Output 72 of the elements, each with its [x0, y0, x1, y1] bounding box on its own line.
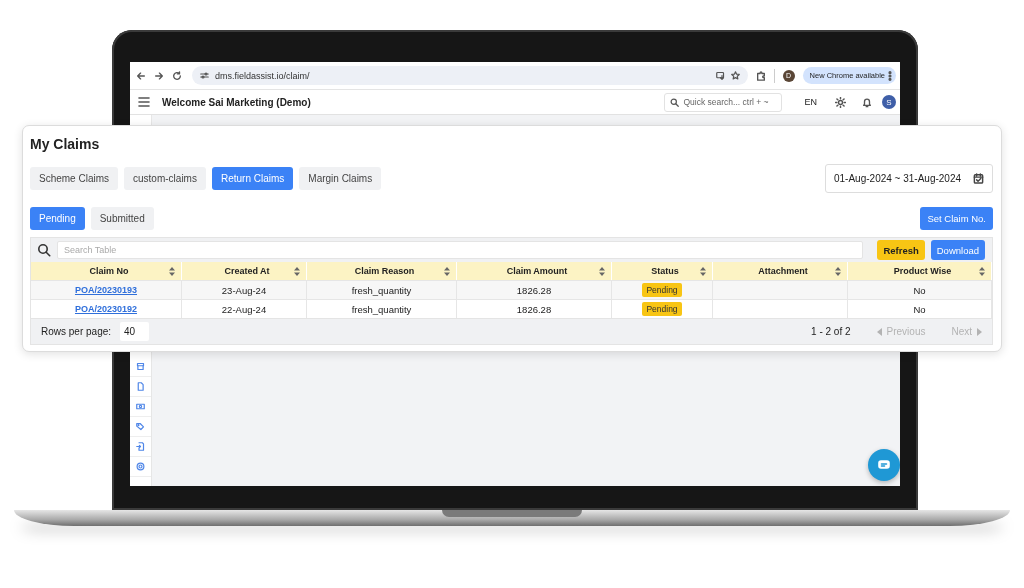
language-selector[interactable]: EN — [804, 97, 817, 107]
download-button[interactable]: Download — [930, 240, 985, 260]
table-cell: 1826.28 — [457, 280, 612, 299]
calendar-icon[interactable] — [973, 173, 984, 184]
puzzle-icon[interactable] — [755, 70, 766, 81]
table-cell: 22-Aug-24 — [182, 299, 307, 318]
box-icon[interactable] — [136, 362, 145, 371]
page-title: Welcome Sai Marketing (Demo) — [162, 96, 312, 108]
card-title: My Claims — [30, 135, 100, 154]
site-settings-icon — [200, 71, 209, 80]
status-badge: Pending — [642, 283, 682, 297]
menu-icon[interactable] — [138, 97, 150, 107]
column-header[interactable]: Claim No — [31, 262, 182, 280]
column-header[interactable]: Attachment — [713, 262, 848, 280]
user-avatar[interactable]: S — [882, 95, 896, 109]
circle-icon[interactable] — [136, 462, 145, 471]
column-header[interactable]: Product Wise — [848, 262, 992, 280]
claim-type-tab[interactable]: Margin Claims — [299, 167, 382, 190]
sort-icon[interactable] — [835, 266, 841, 276]
claim-link[interactable]: POA/20230192 — [74, 304, 137, 314]
status-tab[interactable]: Submitted — [90, 207, 154, 230]
claim-link[interactable]: POA/20230193 — [74, 285, 137, 295]
back-arrow-icon[interactable] — [136, 70, 146, 81]
star-icon[interactable] — [730, 71, 740, 80]
column-header[interactable]: Claim Amount — [457, 262, 612, 280]
url-text: dms.fieldassist.io/claim/ — [215, 70, 311, 81]
chat-icon — [878, 460, 890, 470]
address-bar[interactable]: dms.fieldassist.io/claim/ — [192, 66, 748, 85]
quick-search-field[interactable]: Quick search... ctrl + ~ — [664, 92, 783, 112]
refresh-button[interactable]: Refresh — [877, 240, 925, 260]
claim-type-tab[interactable]: custom-claims — [124, 167, 206, 190]
install-icon[interactable] — [715, 71, 725, 80]
table-cell: fresh_quantity — [307, 280, 457, 299]
sort-icon[interactable] — [979, 266, 985, 276]
banknote-icon[interactable] — [136, 402, 145, 411]
bell-icon[interactable] — [862, 96, 872, 108]
table-cell: No — [848, 280, 992, 299]
forward-arrow-icon[interactable] — [154, 70, 164, 81]
column-header[interactable]: Claim Reason — [307, 262, 457, 280]
search-icon — [670, 97, 680, 107]
set-claim-button[interactable]: Set Claim No. — [920, 207, 993, 230]
sort-icon[interactable] — [444, 266, 450, 276]
status-badge: Pending — [642, 302, 682, 316]
sort-icon[interactable] — [169, 266, 175, 276]
column-header[interactable]: Created At — [182, 262, 307, 280]
sort-icon[interactable] — [599, 266, 605, 276]
previous-button: Previous — [876, 326, 926, 337]
table-cell: No — [848, 299, 992, 318]
reload-icon[interactable] — [172, 70, 182, 81]
document-icon[interactable] — [136, 382, 145, 391]
search-field[interactable]: Search Table — [57, 241, 864, 259]
theme-sun-icon[interactable] — [835, 96, 846, 108]
claim-type-tab[interactable]: Return Claims — [211, 167, 294, 190]
claim-type-tab[interactable]: Scheme Claims — [30, 167, 119, 190]
sort-icon[interactable] — [294, 266, 300, 276]
status-tab[interactable]: Pending — [30, 207, 85, 230]
sort-icon[interactable] — [700, 266, 706, 276]
rows-per-page-field[interactable]: 40 — [120, 322, 150, 341]
rows-per-page-label: Rows per page: — [41, 326, 112, 337]
caret-left-icon — [876, 327, 882, 336]
kebab-menu-icon[interactable] — [888, 70, 892, 81]
tags-icon[interactable] — [136, 422, 145, 431]
table-cell: fresh_quantity — [307, 299, 457, 318]
column-header[interactable]: Status — [612, 262, 713, 280]
file-arrow-icon[interactable] — [136, 442, 145, 451]
next-button: Next — [951, 326, 982, 337]
table-cell: 1826.28 — [457, 299, 612, 318]
caret-right-icon — [977, 327, 982, 336]
table-cell: 23-Aug-24 — [182, 280, 307, 299]
page-info: 1 - 2 of 2 — [811, 326, 851, 337]
search-icon — [37, 243, 51, 257]
date-range-field[interactable]: 01-Aug-2024 ~ 31-Aug-2024 — [825, 164, 993, 193]
